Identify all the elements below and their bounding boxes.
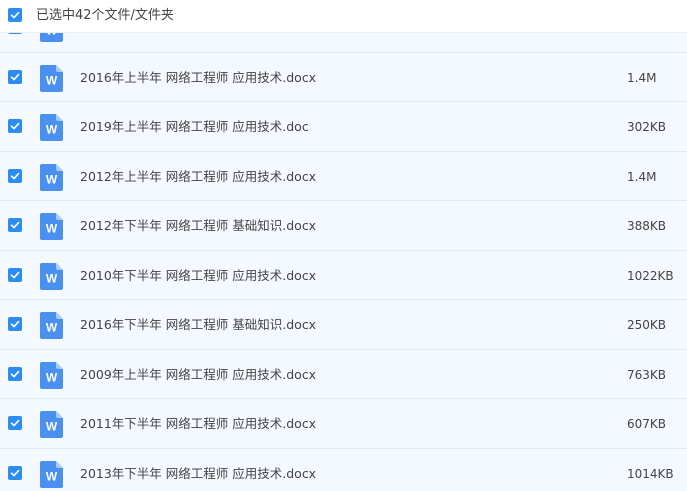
file-size: 763KB bbox=[627, 367, 667, 382]
file-size: 607KB bbox=[627, 417, 667, 431]
check-icon bbox=[10, 172, 20, 179]
word-doc-icon: W bbox=[40, 460, 63, 488]
svg-text:W: W bbox=[46, 172, 58, 186]
svg-text:W: W bbox=[46, 222, 58, 236]
word-doc-icon: W bbox=[40, 361, 63, 389]
file-row[interactable]: W 2016年下半年 网络工程师 基础知识.docx 250KB bbox=[0, 300, 687, 350]
check-icon bbox=[10, 221, 20, 229]
file-row[interactable]: W 2013年下半年 网络工程师 应用技术.docx 1014KB bbox=[0, 448, 687, 491]
file-size: 1022KB bbox=[627, 268, 674, 283]
select-all-checkbox[interactable] bbox=[8, 8, 22, 22]
check-icon bbox=[10, 320, 20, 328]
selection-count-text: 已选中42个文件/文件夹 bbox=[36, 8, 174, 23]
svg-text:W: W bbox=[46, 420, 58, 434]
svg-text:W: W bbox=[46, 123, 58, 137]
file-checkbox[interactable] bbox=[8, 119, 22, 133]
file-row[interactable]: W 2012年上半年 网络工程师 应用技术.docx 1.4M bbox=[0, 151, 687, 201]
word-doc-icon: W bbox=[40, 312, 63, 339]
file-list[interactable]: W W 2016年上半年 网络工程师 应用技术.docx 1.4M W 2019年上半年 … bbox=[0, 33, 687, 491]
file-size: 250KB bbox=[627, 318, 667, 332]
file-name: 2011年下半年 网络工程师 应用技术.docx bbox=[80, 416, 317, 431]
svg-text:W: W bbox=[46, 33, 58, 38]
file-checkbox[interactable] bbox=[8, 267, 22, 282]
file-size: 1.4M bbox=[627, 169, 657, 184]
file-name: 2016年下半年 网络工程师 基础知识.docx bbox=[80, 317, 317, 332]
file-row[interactable]: W 2009年上半年 网络工程师 应用技术.docx 763KB bbox=[0, 349, 687, 399]
svg-text:W: W bbox=[46, 469, 58, 483]
file-name: 2010年下半年 网络工程师 应用技术.docx bbox=[80, 267, 317, 283]
word-doc-icon: W bbox=[40, 163, 63, 191]
file-checkbox[interactable] bbox=[8, 218, 22, 232]
svg-text:W: W bbox=[46, 271, 58, 285]
file-row[interactable]: W 2016年上半年 网络工程师 应用技术.docx 1.4M bbox=[0, 52, 687, 102]
file-checkbox[interactable] bbox=[8, 416, 22, 430]
file-row[interactable]: W 2011年下半年 网络工程师 应用技术.docx 607KB bbox=[0, 399, 687, 449]
file-checkbox[interactable] bbox=[8, 366, 22, 381]
check-icon bbox=[10, 469, 20, 476]
svg-text:W: W bbox=[46, 321, 58, 335]
word-doc-icon: W bbox=[40, 213, 63, 240]
check-icon bbox=[10, 122, 20, 130]
check-icon bbox=[10, 419, 20, 427]
word-doc-icon: W bbox=[40, 262, 63, 290]
word-doc-icon: W bbox=[40, 411, 63, 438]
file-checkbox[interactable] bbox=[8, 465, 22, 480]
word-doc-icon: W bbox=[40, 33, 63, 42]
check-icon bbox=[10, 271, 20, 278]
file-row[interactable]: W 2012年下半年 网络工程师 基础知识.docx 388KB bbox=[0, 201, 687, 251]
svg-text:W: W bbox=[46, 370, 58, 384]
file-name: 2012年上半年 网络工程师 应用技术.docx bbox=[80, 168, 317, 184]
file-size: 302KB bbox=[627, 120, 667, 134]
file-name: 2019年上半年 网络工程师 应用技术.doc bbox=[80, 119, 309, 134]
check-icon bbox=[10, 11, 20, 19]
file-checkbox[interactable] bbox=[8, 33, 22, 34]
svg-text:W: W bbox=[46, 73, 58, 87]
file-size: 388KB bbox=[627, 219, 667, 233]
file-size: 1014KB bbox=[627, 466, 674, 481]
file-name: 2016年上半年 网络工程师 应用技术.docx bbox=[80, 69, 317, 85]
selection-header: 已选中42个文件/文件夹 bbox=[0, 0, 687, 33]
file-name: 2013年下半年 网络工程师 应用技术.docx bbox=[80, 465, 317, 481]
word-doc-icon: W bbox=[40, 64, 63, 92]
file-row[interactable]: W bbox=[0, 33, 687, 53]
file-checkbox[interactable] bbox=[8, 168, 22, 183]
file-checkbox[interactable] bbox=[8, 317, 22, 331]
file-checkbox[interactable] bbox=[8, 69, 22, 84]
file-row[interactable]: W 2010年下半年 网络工程师 应用技术.docx 1022KB bbox=[0, 250, 687, 300]
word-doc-icon: W bbox=[40, 114, 63, 141]
file-size: 1.4M bbox=[627, 70, 657, 85]
file-row[interactable]: W 2019年上半年 网络工程师 应用技术.doc 302KB bbox=[0, 102, 687, 152]
file-name: 2012年下半年 网络工程师 基础知识.docx bbox=[80, 218, 317, 233]
check-icon bbox=[10, 370, 20, 377]
check-icon bbox=[10, 73, 20, 80]
file-name: 2009年上半年 网络工程师 应用技术.docx bbox=[80, 366, 317, 382]
